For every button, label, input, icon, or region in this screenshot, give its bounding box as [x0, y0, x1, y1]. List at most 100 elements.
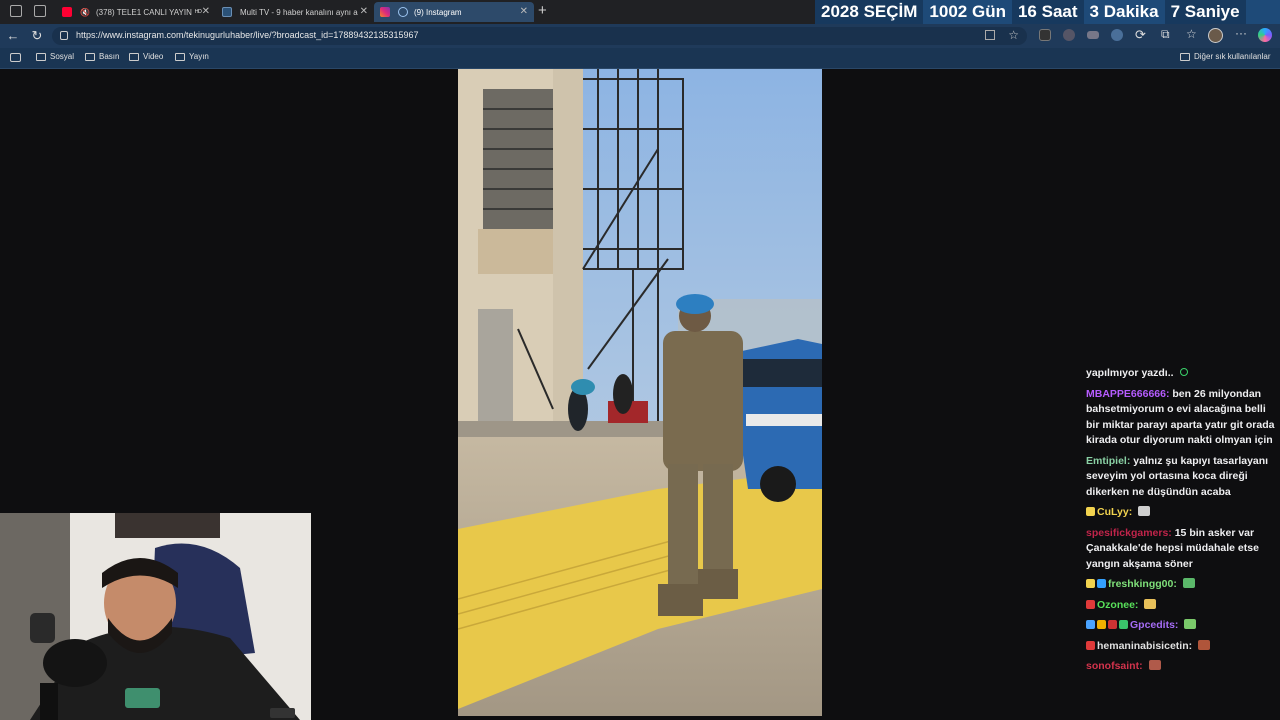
chat-username[interactable]: Ozonee: [1097, 599, 1138, 611]
chat-message: Ozonee: [1086, 598, 1276, 614]
status-dot-icon [1180, 368, 1189, 376]
tab-actions-icon[interactable] [34, 5, 46, 17]
folder-icon [36, 52, 46, 61]
profile-avatar[interactable] [1208, 28, 1223, 43]
extension-icon[interactable] [1111, 29, 1123, 41]
chat-username[interactable]: hemaninabisicetin: [1097, 640, 1192, 652]
back-icon[interactable]: ← [6, 28, 20, 44]
tab-multitv[interactable]: Multi TV - 9 haber kanalını aynı a ✕ [216, 2, 374, 22]
chat-message: freshkingg00: [1086, 577, 1276, 593]
instagram-icon [380, 7, 390, 17]
days-value: 1002 [929, 2, 968, 21]
chat-username[interactable]: sonofsaint: [1086, 660, 1143, 672]
bookmark-folder-yayin[interactable]: Yayın [175, 52, 209, 61]
countdown-year-label: 2028 SEÇİM [815, 0, 924, 24]
extension-icon[interactable] [1063, 29, 1075, 41]
badge-icon [1097, 620, 1106, 629]
workspaces-icon[interactable] [10, 5, 22, 17]
multitv-icon [222, 7, 232, 17]
chat-message: Gpcedits: [1086, 618, 1276, 634]
close-tab-icon[interactable]: ✕ [202, 6, 210, 17]
favorite-star-icon[interactable]: ☆ [1008, 28, 1019, 42]
chat-message: Emtipiel: yalnız şu kapıyı tasarlayanı s… [1086, 454, 1276, 501]
chat-message: MBAPPE666666: ben 26 milyondan bahsetmiy… [1086, 387, 1276, 449]
chat-text: yapılmıyor yazdı.. [1086, 367, 1174, 379]
seconds-value: 7 [1170, 2, 1181, 21]
badge-icon [1086, 620, 1095, 629]
bookmark-label: Yayın [189, 52, 209, 61]
chat-message: hemaninabisicetin: [1086, 639, 1276, 655]
badge-icon [1097, 579, 1106, 588]
chat-username[interactable]: Emtipiel: [1086, 455, 1130, 467]
seconds-unit: Saniye [1184, 2, 1240, 21]
webcam-frame [0, 513, 311, 720]
chat-username[interactable]: freshkingg00: [1108, 578, 1177, 590]
webcam-overlay [0, 513, 311, 720]
new-tab-button[interactable]: + [538, 2, 547, 19]
bookmark-label: Diğer sık kullanılanlar [1194, 52, 1271, 61]
countdown-seconds: 7 Saniye [1164, 0, 1246, 24]
tab-instagram[interactable]: (9) Instagram ✕ [374, 2, 534, 22]
bookmark-folder-sosyal[interactable]: Sosyal [36, 52, 74, 61]
chat-message: CuLyy: [1086, 505, 1276, 521]
emote-icon [1198, 639, 1211, 650]
bookmark-folder-video[interactable]: Video [129, 52, 163, 61]
bookmark-folder-basin[interactable]: Basın [85, 52, 119, 61]
badge-icon [1086, 507, 1095, 516]
close-tab-icon[interactable]: ✕ [360, 6, 368, 17]
chat-username[interactable]: CuLyy: [1097, 506, 1132, 518]
badge-icon [1119, 620, 1128, 629]
tab-tele1[interactable]: 🔇 (378) TELE1 CANLI YAYIN ᴴᴰ ✕ [56, 2, 216, 22]
other-bookmarks-folder[interactable]: Diğer sık kullanılanlar [1180, 52, 1270, 61]
audio-playing-icon [398, 7, 408, 17]
countdown-minutes: 3 Dakika [1084, 0, 1165, 24]
bookmark-label: Basın [99, 52, 120, 61]
extension-icon[interactable] [1087, 31, 1099, 39]
badge-icon [1108, 620, 1117, 629]
sync-icon[interactable]: ⟳ [1135, 27, 1146, 43]
emote-icon [1184, 619, 1197, 629]
youtube-icon [62, 7, 72, 17]
more-menu-icon[interactable]: ··· [1235, 26, 1247, 40]
favorites-icon[interactable]: ☆ [1186, 27, 1197, 41]
tab-title: (9) Instagram [414, 7, 462, 17]
chat-username[interactable]: MBAPPE666666: [1086, 388, 1169, 400]
extension-icon[interactable] [1039, 29, 1051, 41]
copilot-icon[interactable] [1258, 28, 1272, 42]
app-available-icon[interactable] [985, 30, 995, 40]
countdown-hours: 16 Saat [1011, 0, 1084, 24]
refresh-icon[interactable]: ↻ [30, 28, 44, 44]
bookmark-label: Video [143, 52, 164, 61]
hours-value: 16 [1017, 2, 1037, 21]
chat-username[interactable]: Gpcedits: [1130, 619, 1178, 631]
extensions-puzzle-icon[interactable]: ⧉ [1161, 27, 1170, 42]
tab-title: (378) TELE1 CANLI YAYIN [95, 7, 192, 17]
emote-icon [1144, 598, 1157, 609]
badge-icon [1086, 599, 1095, 609]
election-countdown-banner: 2028 SEÇİM 1002 Gün 16 Saat 3 Dakika 7 S… [815, 0, 1280, 24]
tab-title: Multi TV - 9 haber kanalını aynı a [240, 7, 358, 17]
lock-icon[interactable] [60, 31, 68, 40]
live-chat: yapılmıyor yazdı.. MBAPPE666666: ben 26 … [1086, 366, 1276, 680]
bookmark-menu-icon[interactable] [10, 53, 21, 62]
folder-icon [129, 52, 139, 61]
video-frame [458, 69, 822, 716]
countdown-year: 2028 [821, 2, 859, 21]
badge-icon [1086, 579, 1095, 588]
countdown-days: 1002 Gün [923, 0, 1012, 24]
url-field[interactable]: https://www.instagram.com/tekinugurluhab… [52, 27, 1027, 45]
hours-unit: Saat [1041, 2, 1078, 21]
chat-message: spesifickgamers: 15 bin asker var Çanakk… [1086, 526, 1276, 573]
close-tab-icon[interactable]: ✕ [520, 6, 528, 17]
emote-icon [1182, 578, 1195, 588]
muted-speaker-icon[interactable]: 🔇 [80, 8, 90, 17]
live-video-player[interactable] [458, 69, 822, 716]
days-unit: Gün [971, 2, 1006, 21]
minutes-value: 3 [1089, 2, 1100, 21]
emote-icon [1138, 506, 1151, 516]
chat-username[interactable]: spesifickgamers: [1086, 527, 1172, 539]
address-bar-row: ← ↻ https://www.instagram.com/tekinugurl… [0, 24, 1280, 48]
browser-tab-bar: 🔇 (378) TELE1 CANLI YAYIN ᴴᴰ ✕ Multi TV … [0, 0, 1280, 24]
chat-message: sonofsaint: [1086, 659, 1276, 675]
folder-icon [1180, 52, 1190, 61]
